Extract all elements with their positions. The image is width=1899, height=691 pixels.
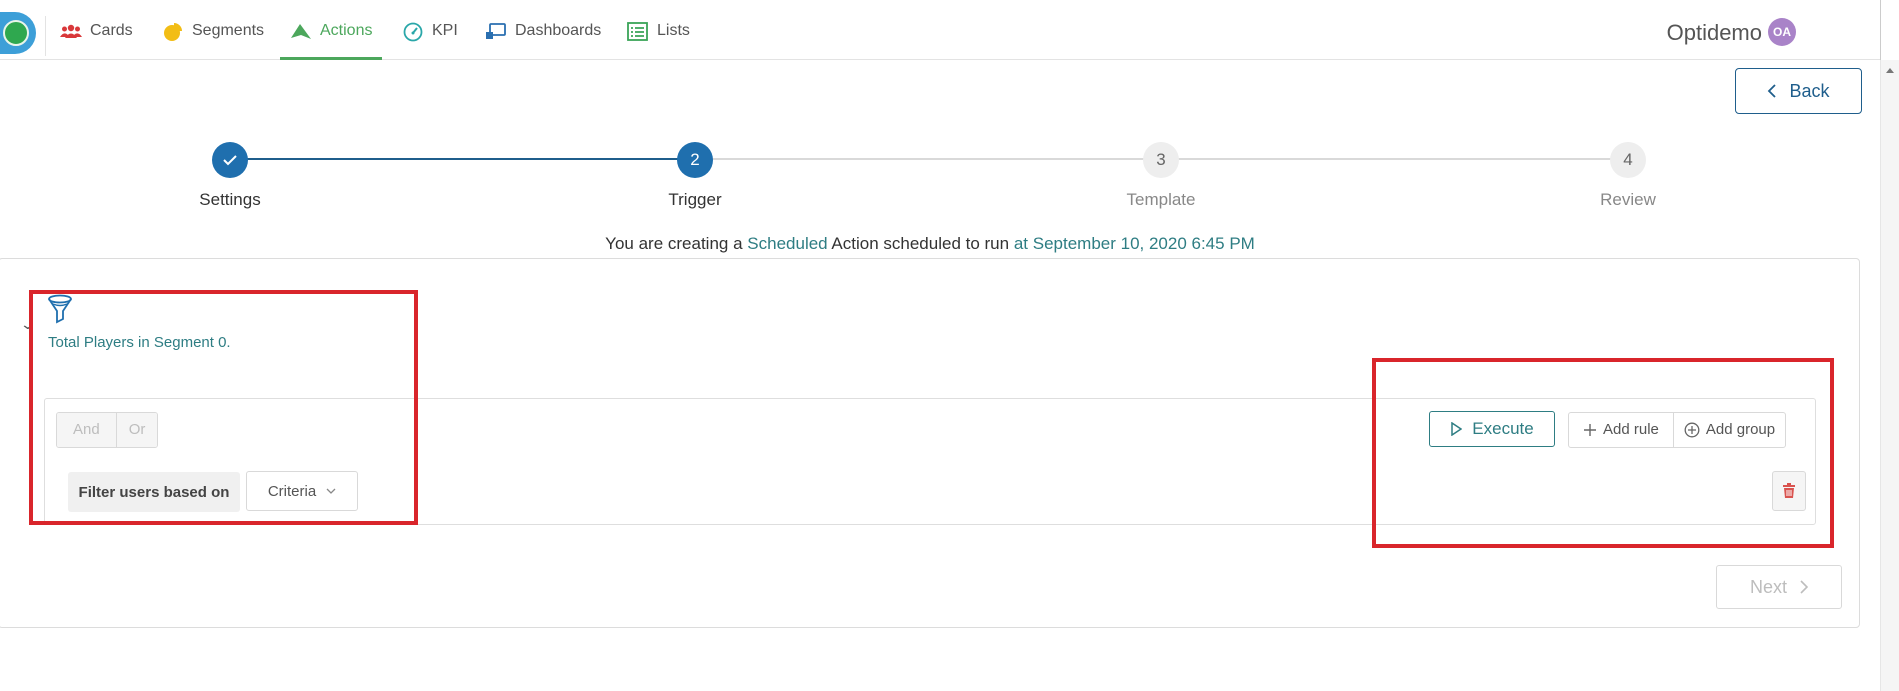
nav-item-label: Cards — [90, 22, 133, 39]
next-button[interactable]: Next — [1716, 565, 1842, 609]
top-nav: Cards Segments Actions KPI Dashboards Li… — [0, 0, 1880, 60]
action-summary: You are creating a Scheduled Action sche… — [0, 234, 1860, 254]
vertical-scrollbar[interactable] — [1880, 60, 1899, 691]
avatar[interactable]: OA — [1768, 18, 1796, 46]
nav-divider — [45, 16, 46, 56]
chevron-right-icon — [1800, 580, 1808, 594]
app-logo[interactable] — [0, 12, 36, 54]
nav-item-label: Segments — [192, 22, 265, 39]
step-4-circle[interactable]: 4 — [1610, 142, 1646, 178]
brand-name: Optidemo — [1666, 20, 1762, 45]
nav-item-dashboards[interactable]: Dashboards — [485, 22, 601, 56]
nav-item-label: Lists — [657, 22, 690, 39]
list-icon — [627, 22, 648, 41]
annotation-highlight-right — [1372, 358, 1834, 548]
active-tab-indicator — [280, 57, 383, 60]
annotation-highlight-left — [29, 290, 418, 525]
summary-prefix: You are creating a — [605, 234, 743, 253]
nav-item-label: KPI — [432, 22, 458, 39]
pie-chart-icon — [164, 23, 182, 41]
nav-item-label: Actions — [320, 22, 373, 39]
step-3-circle[interactable]: 3 — [1143, 142, 1179, 178]
paper-plane-icon — [291, 24, 311, 39]
schedule-time: at September 10, 2020 6:45 PM — [1013, 234, 1255, 253]
nav-item-actions[interactable]: Actions — [280, 22, 383, 60]
step-2-label: Trigger — [668, 190, 722, 209]
summary-middle: Action scheduled to run — [831, 234, 1010, 253]
nav-item-cards[interactable]: Cards — [60, 22, 133, 56]
step-3-label: Template — [1126, 190, 1196, 209]
dashboard-icon — [486, 23, 506, 39]
next-button-label: Next — [1749, 576, 1787, 597]
gauge-icon — [403, 22, 423, 42]
nav-item-kpi[interactable]: KPI — [402, 22, 458, 56]
step-4-label: Review — [1600, 190, 1656, 209]
nav-item-lists[interactable]: Lists — [627, 22, 690, 56]
stepper-line-pending — [1178, 158, 1610, 160]
check-icon — [223, 155, 237, 166]
back-button[interactable]: Back — [1735, 68, 1862, 114]
step-1-circle[interactable] — [212, 142, 248, 178]
nav-item-segments[interactable]: Segments — [162, 22, 264, 56]
scroll-up-icon[interactable] — [1886, 68, 1894, 73]
step-1-label: Settings — [199, 190, 261, 209]
scrollbar-cap — [1880, 0, 1899, 60]
chevron-left-icon — [1768, 84, 1777, 98]
stepper-line-completed — [230, 158, 694, 160]
action-type: Scheduled — [747, 234, 828, 253]
back-button-label: Back — [1789, 80, 1830, 101]
nav-item-label: Dashboards — [515, 22, 602, 39]
users-icon — [60, 24, 82, 38]
step-2-circle[interactable]: 2 — [677, 142, 713, 178]
